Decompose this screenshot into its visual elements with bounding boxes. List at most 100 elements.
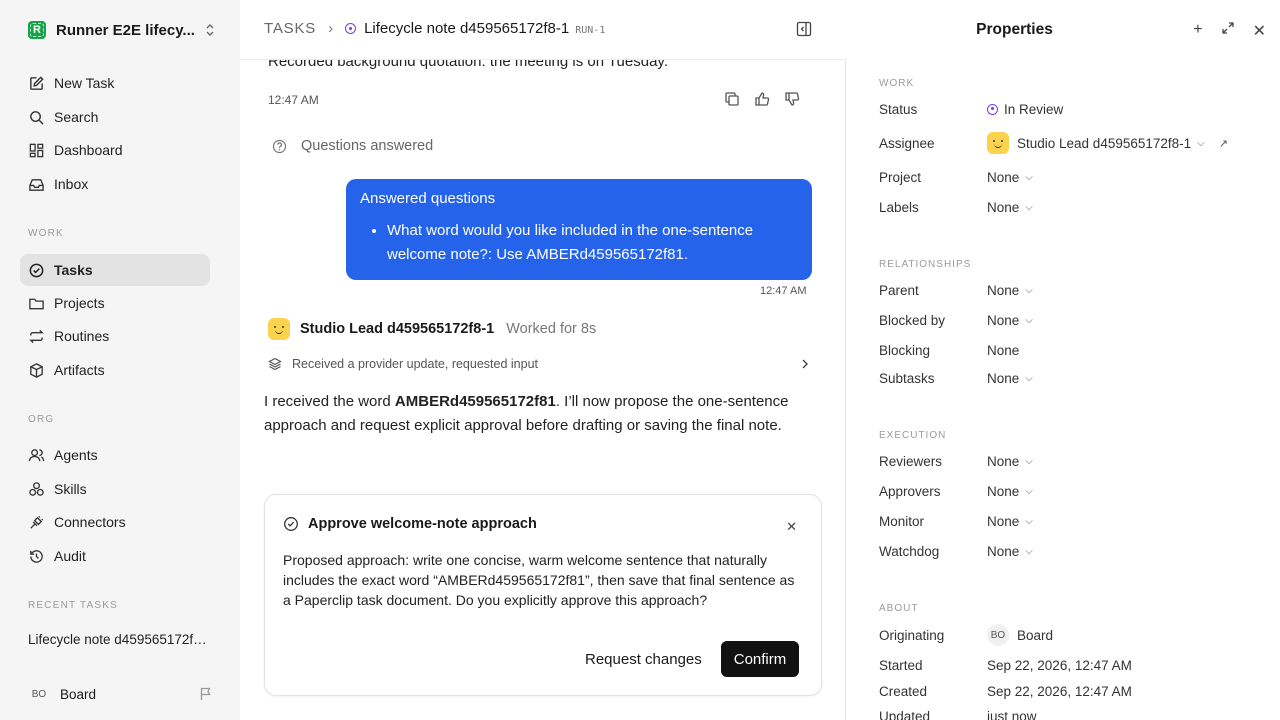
status-value[interactable]: In Review [987,102,1063,117]
repeat-icon [29,329,44,343]
close-icon[interactable]: ✕ [1253,21,1266,41]
nav-projects[interactable]: Projects [20,287,210,319]
property-key: Created [879,683,928,699]
section-label-relationships: RELATIONSHIPS [879,259,972,270]
expand-icon[interactable] [1221,21,1235,41]
breadcrumb: TASKS › Lifecycle note d459565172f8-1 RU… [264,20,605,37]
property-key: Labels [879,199,919,215]
property-project: Project None ⌵ [879,167,1269,187]
property-approvers: Approvers None ⌵ [879,481,1269,501]
thumbs-down-icon[interactable] [784,91,800,107]
questions-answered-row: Questions answered [272,138,433,154]
property-key: Reviewers [879,453,943,469]
property-value: Sep 22, 2026, 12:47 AM [987,657,1132,673]
chevron-down-icon: ⌵ [1025,314,1033,326]
workspace-logo: R [28,21,46,39]
panel-toggle-icon[interactable] [796,21,812,37]
nav-agents[interactable]: Agents [20,439,210,471]
property-key: Blocking [879,342,931,358]
assignee-value[interactable]: Studio Lead d459565172f8-1 ⌵ ↗ [987,132,1228,154]
property-labels: Labels None ⌵ [879,197,1269,217]
chevron-down-icon: ⌵ [1025,201,1033,213]
help-circle-icon [272,139,287,153]
workspace-switcher[interactable]: R Runner E2E lifecy... [28,19,218,41]
folder-icon [29,298,44,309]
nav-label: Artifacts [54,362,105,378]
confirm-button[interactable]: Confirm [721,641,799,677]
properties-actions: + ✕ [1193,21,1266,41]
nav-skills[interactable]: Skills [20,473,210,505]
user-row[interactable]: BO Board [28,684,213,704]
project-value[interactable]: None ⌵ [987,170,1033,185]
reviewers-value[interactable]: None ⌵ [987,454,1033,469]
inbox-icon [29,178,44,191]
copy-icon[interactable] [724,91,740,107]
property-value: None [987,342,1020,358]
recent-task-item[interactable]: Lifecycle note d459565172f8-1 [28,632,208,647]
agent-message: I received the word AMBERd459565172f81. … [264,390,804,438]
run-tag: RUN-1 [575,24,606,36]
worked-for-label: Worked for 8s [506,321,597,337]
approvers-value[interactable]: None ⌵ [987,484,1033,499]
chevron-down-icon: ⌵ [1025,372,1033,384]
breadcrumb-tasks[interactable]: TASKS [264,20,316,37]
property-value: None [987,282,1020,298]
flag-icon[interactable] [199,687,213,701]
provider-update-row[interactable]: Received a provider update, requested in… [268,357,810,371]
section-label-work: WORK [879,78,915,89]
watchdog-value[interactable]: None ⌵ [987,544,1033,559]
thumbs-up-icon[interactable] [754,91,770,107]
property-value: None [987,199,1020,215]
property-value: None [987,370,1020,386]
plug-icon [30,515,44,529]
property-originating: Originating BO Board [879,624,1269,646]
property-updated: Updated just now [879,706,1269,720]
workspace-name: Runner E2E lifecy... [56,21,195,39]
property-key: Subtasks [879,370,935,386]
section-label-execution: EXECUTION [879,430,947,441]
property-value: Studio Lead d459565172f8-1 [1017,135,1192,151]
nav-search[interactable]: Search [20,101,210,133]
request-changes-button[interactable]: Request changes [585,641,702,677]
check-circle-icon [284,517,298,531]
property-key: Blocked by [879,312,946,328]
skills-icon [29,481,44,496]
plus-icon[interactable]: + [1193,21,1202,41]
message-timestamp: 12:47 AM [760,285,807,297]
questions-answered-label: Questions answered [301,138,434,154]
property-status: Status In Review [879,99,1269,119]
nav-inbox[interactable]: Inbox [20,168,210,200]
property-value: Sep 22, 2026, 12:47 AM [987,683,1132,699]
chevron-down-icon: ⌵ [1025,455,1033,467]
nav-artifacts[interactable]: Artifacts [20,354,210,386]
blocked-by-value[interactable]: None ⌵ [987,313,1033,328]
property-watchdog: Watchdog None ⌵ [879,541,1269,561]
external-link-icon[interactable]: ↗ [1219,137,1228,150]
property-value: None [987,312,1020,328]
check-circle-icon [29,263,44,277]
agent-message-keyword: AMBERd459565172f81 [394,393,556,410]
nav-label: Tasks [54,262,93,278]
nav-routines[interactable]: Routines [20,320,210,352]
nav-tasks[interactable]: Tasks [20,254,210,286]
property-key: Updated [879,708,931,720]
property-blocking: Blocking None [879,340,1269,360]
labels-value[interactable]: None ⌵ [987,200,1033,215]
approval-header: Approve welcome-note approach [283,516,537,532]
nav-dashboard[interactable]: Dashboard [20,134,210,166]
nav-connectors[interactable]: Connectors [20,506,210,538]
nav-label: Search [54,109,99,125]
nav-new-task[interactable]: New Task [20,67,210,99]
property-value: None [987,169,1020,185]
properties-title: Properties [976,21,1053,38]
properties-panel: Properties + ✕ WORK Status In Review Ass… [847,0,1280,720]
subtasks-value[interactable]: None ⌵ [987,371,1033,386]
close-icon[interactable]: ✕ [786,519,797,535]
property-value: None [987,483,1020,499]
nav-audit[interactable]: Audit [20,540,210,572]
monitor-value[interactable]: None ⌵ [987,514,1033,529]
users-icon [28,448,45,461]
property-key: Started [879,657,923,673]
property-monitor: Monitor None ⌵ [879,511,1269,531]
parent-value[interactable]: None ⌵ [987,283,1033,298]
